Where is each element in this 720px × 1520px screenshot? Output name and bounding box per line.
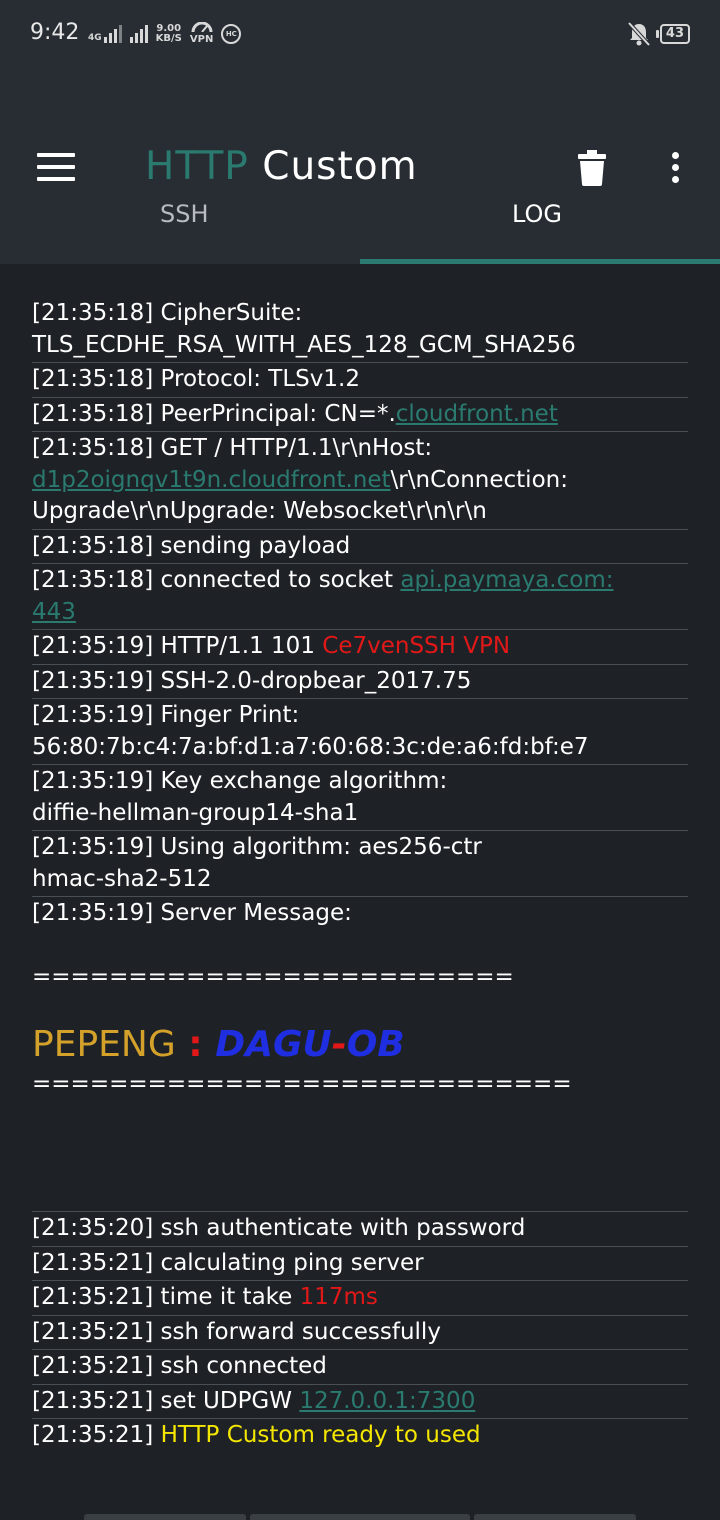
log-list[interactable]: [21:35:18] CipherSuite: TLS_ECDHE_RSA_WI… — [32, 297, 688, 1453]
signal-4g-icon: 4G — [88, 24, 122, 43]
bottom-bar-edge — [250, 1514, 470, 1520]
status-icons: 4G 9.00 KB/S VPN HC — [88, 21, 242, 45]
status-right: 43 — [627, 22, 690, 46]
log-text: \r\nConnection: — [390, 466, 568, 493]
log-entry: [21:35:19] Using algorithm: aes256-ctr h… — [32, 831, 688, 897]
trash-icon[interactable] — [578, 150, 606, 186]
app-title-custom: Custom — [262, 144, 418, 189]
log-entry: [21:35:18] GET / HTTP/1.1\r\nHost: d1p2o… — [32, 432, 688, 530]
log-text: [21:35:21] — [32, 1422, 161, 1448]
log-link[interactable]: api.paymaya.com: — [400, 567, 613, 593]
separator-line: ========================= — [32, 963, 514, 990]
log-entry: [21:35:18] CipherSuite: TLS_ECDHE_RSA_WI… — [32, 297, 688, 363]
log-text: hmac-sha2-512 — [32, 865, 212, 892]
server-message-entry: [21:35:19] Server Message: =============… — [32, 897, 688, 1212]
log-entry: [21:35:20] ssh authenticate with passwor… — [32, 1212, 688, 1247]
log-text: [21:35:19] Server Message: — [32, 900, 352, 926]
tab-log[interactable]: LOG — [512, 200, 562, 228]
log-text: 56:80:7b:c4:7a:bf:d1:a7:60:68:3c:de:a6:f… — [32, 733, 589, 760]
log-entry: [21:35:18] connected to socket api.payma… — [32, 564, 688, 630]
more-options-icon[interactable] — [672, 152, 680, 188]
log-entry: [21:35:19] SSH-2.0-dropbear_2017.75 — [32, 665, 688, 699]
app-title: HTTP Custom — [145, 144, 418, 189]
speed-unit: KB/S — [155, 32, 182, 44]
log-text: [21:35:18] CipherSuite: — [32, 300, 303, 326]
log-text: [21:35:21] calculating ping server — [32, 1249, 424, 1276]
log-link[interactable]: 127.0.0.1:7300 — [299, 1388, 475, 1414]
banner-name: PEPENG — [32, 1024, 176, 1065]
signal-bars-icon — [129, 24, 148, 43]
server-banner: PEPENG : DAGU-OB — [32, 1021, 688, 1069]
log-text: [21:35:18] connected to socket — [32, 567, 401, 593]
log-text: [21:35:21] ssh connected — [32, 1353, 327, 1379]
tab-ssh[interactable]: SSH — [160, 200, 209, 228]
menu-icon[interactable] — [37, 153, 75, 181]
battery-icon: 43 — [655, 24, 690, 44]
log-text: [21:35:18] sending payload — [32, 532, 351, 559]
network-speed: 9.00 KB/S — [155, 23, 182, 44]
log-entry: [21:35:21] time it take 117ms — [32, 1281, 688, 1316]
log-text: [21:35:21] ssh forward successfully — [32, 1318, 441, 1345]
banner-ob: OB — [346, 1024, 405, 1065]
banner-colon: : — [175, 1024, 216, 1065]
log-entry: [21:35:21] ssh forward successfully — [32, 1316, 688, 1350]
hc-icon: HC — [221, 23, 242, 44]
vpn-icon: VPN — [189, 21, 214, 45]
banner-dash: - — [331, 1024, 347, 1065]
log-highlight: Ce7venSSH VPN — [322, 633, 511, 659]
log-entry: [21:35:21] HTTP Custom ready to used — [32, 1419, 688, 1453]
log-text: [21:35:19] Key exchange algorithm: — [32, 768, 448, 794]
separator-line: ============================ — [32, 1071, 572, 1097]
log-entry: [21:35:18] PeerPrincipal: CN=*.cloudfron… — [32, 398, 688, 432]
log-text: Upgrade\r\nUpgrade: Websocket\r\n\r\n — [32, 498, 487, 524]
log-text: TLS_ECDHE_RSA_WITH_AES_128_GCM_SHA256 — [32, 331, 576, 358]
log-entry: [21:35:19] HTTP/1.1 101 Ce7venSSH VPN — [32, 630, 688, 665]
log-entry: [21:35:21] calculating ping server — [32, 1247, 688, 1281]
log-link[interactable]: d1p2oignqv1t9n.cloudfront.net — [32, 467, 391, 493]
log-entry: [21:35:19] Finger Print: 56:80:7b:c4:7a:… — [32, 699, 688, 765]
bottom-bar-edge — [84, 1514, 246, 1520]
log-highlight: 117ms — [299, 1284, 378, 1310]
banner-dagu: DAGU — [215, 1024, 332, 1065]
log-text: [21:35:20] ssh authenticate with passwor… — [32, 1215, 526, 1241]
vpn-label: VPN — [189, 34, 214, 45]
network-type-label: 4G — [88, 32, 102, 43]
log-link[interactable]: cloudfront.net — [396, 401, 558, 427]
log-entry: [21:35:19] Key exchange algorithm: diffi… — [32, 765, 688, 831]
tab-active-indicator — [360, 259, 720, 264]
app-title-http: HTTP — [145, 144, 249, 189]
log-text: [21:35:19] HTTP/1.1 101 — [32, 633, 323, 659]
bell-off-icon — [627, 22, 650, 46]
log-highlight: HTTP Custom ready to used — [160, 1422, 481, 1448]
log-text: diffie-hellman-group14-sha1 — [32, 799, 359, 826]
log-text: [21:35:18] GET / HTTP/1.1\r\nHost: — [32, 435, 433, 461]
log-entry: [21:35:18] Protocol: TLSv1.2 — [32, 363, 688, 398]
log-text: [21:35:19] Finger Print: — [32, 702, 300, 728]
log-text: [21:35:18] Protocol: TLSv1.2 — [32, 366, 360, 392]
log-text: [21:35:19] Using algorithm: aes256-ctr — [32, 834, 482, 860]
log-entry: [21:35:21] ssh connected — [32, 1350, 688, 1385]
log-link[interactable]: 443 — [32, 599, 76, 625]
log-text: [21:35:18] PeerPrincipal: CN=*. — [32, 400, 396, 427]
log-entry: [21:35:21] set UDPGW 127.0.0.1:7300 — [32, 1385, 688, 1419]
status-time: 9:42 — [30, 20, 80, 45]
app-bar: HTTP Custom — [0, 56, 720, 264]
status-bar: 9:42 4G 9.00 KB/S VPN HC 43 — [0, 0, 720, 56]
log-text: [21:35:21] time it take — [32, 1284, 300, 1310]
bottom-bar-edge — [474, 1514, 636, 1520]
log-text: [21:35:19] SSH-2.0-dropbear_2017.75 — [32, 667, 472, 694]
log-entry: [21:35:18] sending payload — [32, 530, 688, 564]
log-text: [21:35:21] set UDPGW — [32, 1387, 300, 1414]
